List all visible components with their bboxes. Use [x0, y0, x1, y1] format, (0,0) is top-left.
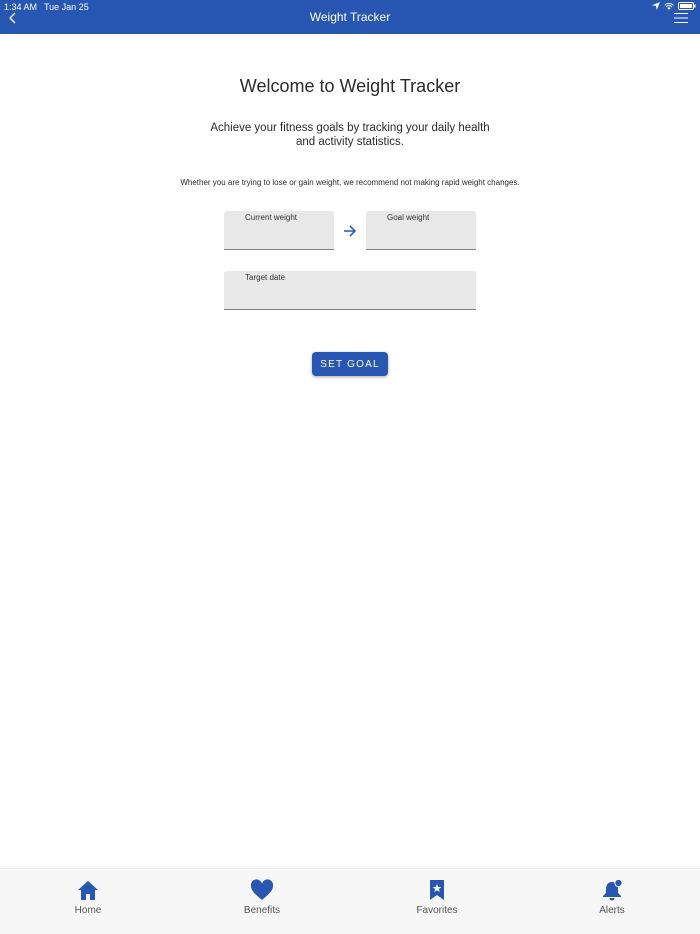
bottom-tab-bar: Home Benefits Favorites Alerts — [0, 868, 700, 934]
target-date-label: Target date — [245, 273, 286, 282]
tab-benefits-label: Benefits — [243, 905, 281, 916]
tab-alerts[interactable]: Alerts — [572, 879, 652, 925]
home-icon — [78, 881, 98, 900]
goal-weight-field[interactable]: Goal weight — [366, 211, 476, 250]
arrow-right-icon — [344, 225, 357, 237]
tab-favorites[interactable]: Favorites — [397, 879, 477, 925]
battery-icon — [678, 2, 696, 10]
hamburger-menu-icon[interactable] — [674, 12, 688, 24]
app-header: 1:34 AM Tue Jan 25 Weight Tracker — [0, 0, 700, 34]
wifi-icon — [664, 3, 674, 10]
current-weight-label: Current weight — [245, 213, 298, 222]
tab-home-label: Home — [74, 905, 102, 916]
tab-home[interactable]: Home — [48, 879, 128, 925]
main-content: Welcome to Weight Tracker Achieve your f… — [0, 34, 700, 868]
set-goal-button[interactable]: SET GOAL — [312, 352, 388, 376]
tab-favorites-label: Favorites — [416, 905, 458, 916]
welcome-heading: Welcome to Weight Tracker — [239, 76, 461, 96]
current-weight-input[interactable] — [245, 230, 326, 244]
tab-benefits[interactable]: Benefits — [222, 879, 302, 925]
target-date-input[interactable] — [245, 290, 468, 304]
current-weight-field[interactable]: Current weight — [224, 211, 334, 250]
goal-weight-label: Goal weight — [387, 213, 430, 222]
recommendation-note: Whether you are trying to lose or gain w… — [180, 178, 520, 187]
goal-weight-input[interactable] — [387, 230, 468, 244]
bell-icon — [603, 879, 623, 901]
heart-icon — [250, 879, 274, 900]
location-icon — [652, 2, 660, 10]
page-title: Weight Tracker — [309, 10, 391, 24]
tab-alerts-label: Alerts — [599, 905, 625, 916]
target-date-field[interactable]: Target date — [224, 271, 476, 310]
subtitle-text: Achieve your fitness goals by tracking y… — [210, 122, 490, 148]
status-icons — [652, 2, 696, 10]
bookmark-star-icon — [430, 880, 444, 900]
